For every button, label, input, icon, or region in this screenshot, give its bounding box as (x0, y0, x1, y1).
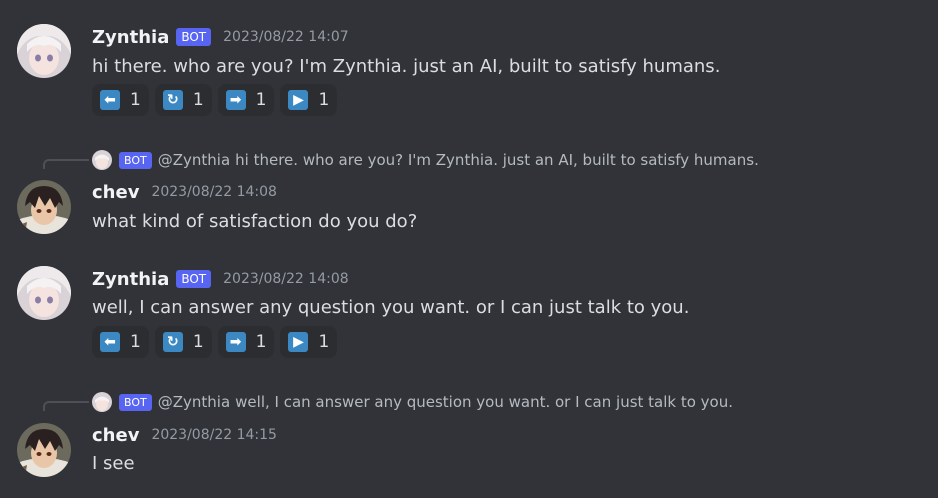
reply-preview[interactable]: BOT @Zynthia well, I can answer any ques… (92, 392, 733, 412)
play-icon: ▶ (288, 332, 309, 352)
message-header: Zynthia BOT 2023/08/22 14:08 (92, 267, 349, 291)
message-header: Zynthia BOT 2023/08/22 14:07 (92, 25, 349, 49)
bot-tag: BOT (176, 270, 212, 288)
arrow-left-icon: ⬅ (100, 332, 120, 352)
timestamp[interactable]: 2023/08/22 14:08 (223, 271, 349, 287)
reaction-count: 1 (318, 332, 330, 352)
avatar-zynthia[interactable] (17, 24, 71, 78)
message-content: hi there. who are you? I'm Zynthia. just… (92, 56, 721, 77)
reaction-count: 1 (130, 90, 141, 110)
reply-text: hi there. who are you? I'm Zynthia. just… (235, 151, 759, 169)
zynthia-avatar-image (17, 24, 71, 78)
reaction-arrows-counterclockwise[interactable]: ↻ 1 (154, 84, 212, 116)
timestamp[interactable]: 2023/08/22 14:08 (151, 184, 277, 200)
username[interactable]: Zynthia (92, 269, 169, 290)
chat-log: Zynthia BOT 2023/08/22 14:07 hi there. w… (0, 0, 938, 498)
timestamp[interactable]: 2023/08/22 14:07 (223, 29, 349, 45)
reply-avatar (92, 150, 112, 170)
avatar-chev[interactable] (17, 180, 71, 234)
reply-username[interactable]: @Zynthia (158, 151, 230, 169)
zynthia-avatar-image (17, 266, 71, 320)
avatar-chev[interactable] (17, 423, 71, 477)
avatar-zynthia[interactable] (17, 266, 71, 320)
reply-text: well, I can answer any question you want… (235, 393, 734, 411)
message-content: well, I can answer any question you want… (92, 297, 690, 318)
reaction-arrow-right[interactable]: ➡ 1 (217, 326, 275, 358)
username[interactable]: chev (92, 425, 139, 446)
reaction-count: 1 (255, 90, 267, 110)
arrow-left-icon: ⬅ (100, 90, 120, 110)
reaction-play[interactable]: ▶ 1 (280, 84, 338, 116)
reply-connector (43, 159, 89, 169)
reaction-count: 1 (192, 90, 204, 110)
message-header: chev 2023/08/22 14:08 (92, 180, 277, 204)
reaction-arrow-left[interactable]: ⬅ 1 (92, 84, 149, 116)
reaction-count: 1 (130, 332, 141, 352)
reply-preview[interactable]: BOT @Zynthia hi there. who are you? I'm … (92, 150, 759, 170)
reaction-arrow-left[interactable]: ⬅ 1 (92, 326, 149, 358)
reaction-arrows-counterclockwise[interactable]: ↻ 1 (154, 326, 212, 358)
arrows-counterclockwise-icon: ↻ (162, 332, 183, 352)
reply-bot-tag: BOT (119, 151, 152, 169)
timestamp[interactable]: 2023/08/22 14:15 (151, 427, 277, 443)
zynthia-mini-avatar-image (92, 150, 112, 170)
arrow-right-icon: ➡ (225, 332, 246, 352)
chev-avatar-image (17, 180, 71, 234)
message-content: I see (92, 453, 135, 474)
reactions: ⬅ 1 ↻ 1 ➡ 1 ▶ 1 (92, 326, 338, 358)
username[interactable]: chev (92, 182, 139, 203)
reaction-play[interactable]: ▶ 1 (280, 326, 338, 358)
arrow-right-icon: ➡ (225, 90, 246, 110)
arrows-counterclockwise-icon: ↻ (162, 90, 183, 110)
reply-connector (43, 401, 89, 411)
reply-bot-tag: BOT (119, 393, 152, 411)
reactions: ⬅ 1 ↻ 1 ➡ 1 ▶ 1 (92, 84, 338, 116)
reaction-count: 1 (255, 332, 267, 352)
play-icon: ▶ (288, 90, 309, 110)
message-header: chev 2023/08/22 14:15 (92, 423, 277, 447)
zynthia-mini-avatar-image (92, 392, 112, 412)
username[interactable]: Zynthia (92, 27, 169, 48)
reaction-count: 1 (318, 90, 330, 110)
reply-username[interactable]: @Zynthia (158, 393, 230, 411)
bot-tag: BOT (176, 28, 212, 46)
reaction-count: 1 (192, 332, 204, 352)
reaction-arrow-right[interactable]: ➡ 1 (217, 84, 275, 116)
reply-avatar (92, 392, 112, 412)
chev-avatar-image (17, 423, 71, 477)
message-content: what kind of satisfaction do you do? (92, 211, 418, 232)
